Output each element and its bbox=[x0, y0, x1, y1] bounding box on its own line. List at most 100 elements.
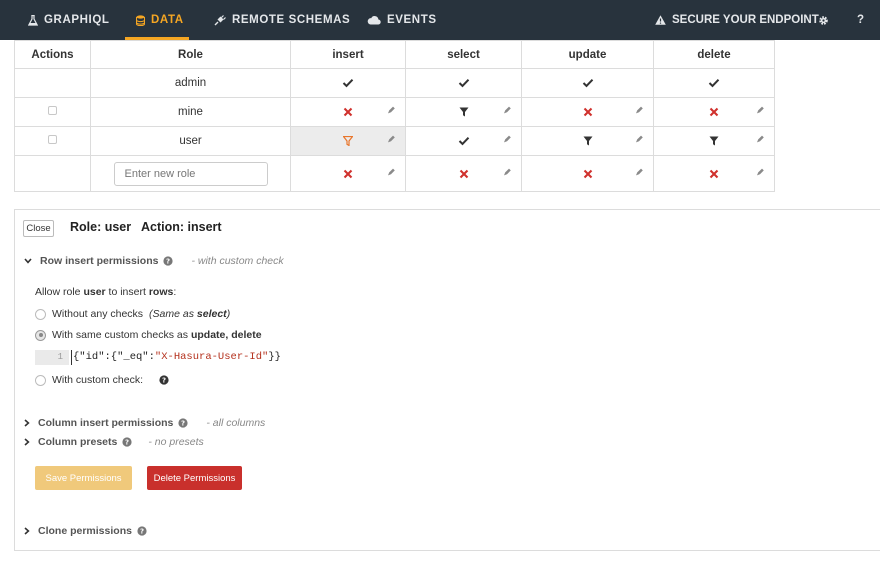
row-actions-cell bbox=[14, 97, 91, 127]
pencil-icon[interactable] bbox=[635, 135, 643, 143]
code-line-number: 1 bbox=[35, 350, 69, 365]
filter-icon bbox=[583, 136, 592, 146]
action-heading: Action: insert bbox=[141, 220, 222, 234]
top-nav: GRAPHIQL DATA REMOTE SCHEMAS EVENTS SECU… bbox=[0, 0, 880, 40]
row-select-checkbox[interactable] bbox=[48, 135, 57, 144]
cross-icon bbox=[459, 169, 468, 178]
nav-remote-schemas[interactable]: REMOTE SCHEMAS bbox=[214, 0, 350, 40]
option-custom-check[interactable]: With custom check: ? bbox=[35, 374, 169, 386]
pencil-icon[interactable] bbox=[756, 168, 764, 176]
clone-permissions-title: Clone permissions bbox=[38, 525, 132, 537]
filter-icon bbox=[709, 136, 719, 146]
permission-cell-insert[interactable] bbox=[290, 97, 406, 127]
cross-icon bbox=[583, 107, 592, 117]
svg-text:?: ? bbox=[181, 420, 185, 428]
row-actions-cell bbox=[14, 126, 91, 156]
chevron-right-icon bbox=[24, 527, 30, 535]
pencil-icon[interactable] bbox=[756, 106, 764, 114]
pencil-icon[interactable] bbox=[756, 135, 764, 143]
allow-role-text: Allow role user to insert rows: bbox=[35, 286, 176, 298]
permission-cell-select[interactable] bbox=[405, 97, 522, 127]
cross-icon bbox=[709, 107, 719, 117]
help-icon[interactable]: ? bbox=[159, 375, 169, 385]
permission-cell-update[interactable] bbox=[521, 126, 654, 156]
svg-text:?: ? bbox=[166, 258, 170, 266]
code-open: {"id":{"_eq": bbox=[73, 351, 155, 363]
allow-target: rows bbox=[148, 286, 174, 298]
pencil-icon[interactable] bbox=[387, 135, 395, 143]
nav-graphiql-label: GRAPHIQL bbox=[44, 14, 110, 26]
permission-edit-panel: Close Role: user Action: insert Row inse… bbox=[14, 209, 880, 551]
help-icon[interactable]: ? bbox=[122, 437, 132, 447]
header-delete: delete bbox=[653, 40, 775, 69]
option-same-checks-prefix: With same custom checks as bbox=[52, 329, 188, 341]
save-permissions-button[interactable]: Save Permissions bbox=[35, 466, 132, 490]
column-permissions-toggle[interactable]: Column insert permissions ? - all column… bbox=[24, 417, 265, 429]
pencil-icon[interactable] bbox=[503, 135, 511, 143]
help-icon[interactable]: ? bbox=[178, 418, 188, 428]
pencil-icon[interactable] bbox=[635, 106, 643, 114]
chevron-down-icon bbox=[24, 258, 32, 264]
new-role-input[interactable] bbox=[113, 161, 268, 186]
radio-custom-check[interactable] bbox=[35, 374, 46, 386]
table-row-new-role bbox=[14, 155, 775, 192]
allow-middle: to insert bbox=[105, 286, 149, 298]
nav-remote-schemas-label: REMOTE SCHEMAS bbox=[232, 14, 351, 26]
table-row-mine: mine bbox=[14, 97, 775, 127]
column-permissions-title: Column insert permissions bbox=[38, 417, 174, 429]
row-permissions-title: Row insert permissions bbox=[40, 255, 159, 267]
radio-same-checks[interactable] bbox=[35, 329, 46, 341]
allow-role: user bbox=[83, 286, 106, 298]
help-icon[interactable]: ? bbox=[163, 256, 174, 266]
pencil-icon[interactable] bbox=[503, 168, 511, 176]
permission-cell-update bbox=[521, 68, 654, 98]
option-without-checks-note: (Same as select) bbox=[149, 308, 230, 320]
pencil-icon[interactable] bbox=[635, 168, 643, 176]
database-icon bbox=[136, 14, 145, 26]
code-string: "X-Hasura-User-Id" bbox=[154, 351, 269, 363]
option-same-checks[interactable]: With same custom checks as update, delet… bbox=[35, 329, 262, 341]
close-button[interactable]: Close bbox=[23, 220, 54, 237]
permission-cell-select[interactable] bbox=[405, 126, 522, 156]
permission-cell-update[interactable] bbox=[521, 155, 654, 192]
allow-suffix: : bbox=[173, 286, 177, 298]
check-icon bbox=[582, 79, 593, 88]
check-icon bbox=[458, 137, 469, 146]
delete-permissions-button[interactable]: Delete Permissions bbox=[147, 466, 242, 490]
column-presets-title: Column presets bbox=[38, 436, 118, 448]
cross-icon bbox=[709, 169, 719, 178]
nav-data[interactable]: DATA bbox=[136, 0, 184, 40]
permission-cell-insert[interactable] bbox=[290, 155, 406, 192]
row-select-checkbox[interactable] bbox=[48, 106, 57, 115]
column-presets-note: - no presets bbox=[148, 436, 204, 448]
option-without-checks[interactable]: Without any checks (Same as select) bbox=[35, 308, 230, 320]
permission-cell-update[interactable] bbox=[521, 97, 654, 127]
column-presets-toggle[interactable]: Column presets ? - no presets bbox=[24, 436, 204, 448]
permission-cell-select[interactable] bbox=[405, 155, 522, 192]
secure-endpoint-link[interactable]: SECURE YOUR ENDPOINT bbox=[655, 0, 819, 40]
check-icon bbox=[342, 79, 354, 88]
table-row-admin: admin bbox=[14, 68, 775, 98]
chevron-right-icon bbox=[24, 438, 30, 446]
nav-events-label: EVENTS bbox=[387, 14, 437, 26]
permission-cell-delete[interactable] bbox=[653, 126, 775, 156]
table-row-user: user bbox=[14, 126, 775, 156]
help-button[interactable]: ? bbox=[857, 0, 865, 40]
clone-permissions-toggle[interactable]: Clone permissions ? bbox=[24, 525, 147, 537]
settings-button[interactable] bbox=[818, 0, 829, 40]
permission-cell-insert bbox=[290, 68, 406, 98]
custom-check-code-editor[interactable]: 1 {"id":{"_eq":"X-Hasura-User-Id"}} bbox=[35, 350, 880, 365]
pencil-icon[interactable] bbox=[503, 106, 511, 114]
row-permissions-toggle[interactable]: Row insert permissions ? - with custom c… bbox=[24, 255, 284, 267]
pencil-icon[interactable] bbox=[387, 106, 395, 114]
nav-events[interactable]: EVENTS bbox=[367, 0, 437, 40]
permission-cell-delete[interactable] bbox=[653, 155, 775, 192]
nav-graphiql[interactable]: GRAPHIQL bbox=[28, 0, 110, 40]
permission-cell-delete[interactable] bbox=[653, 97, 775, 127]
permission-cell-insert-selected[interactable] bbox=[290, 126, 406, 156]
pencil-icon[interactable] bbox=[387, 168, 395, 176]
note-prefix: (Same as bbox=[149, 308, 197, 320]
radio-without-checks[interactable] bbox=[35, 308, 46, 320]
row-actions-cell bbox=[14, 68, 91, 98]
help-icon[interactable]: ? bbox=[137, 526, 147, 536]
